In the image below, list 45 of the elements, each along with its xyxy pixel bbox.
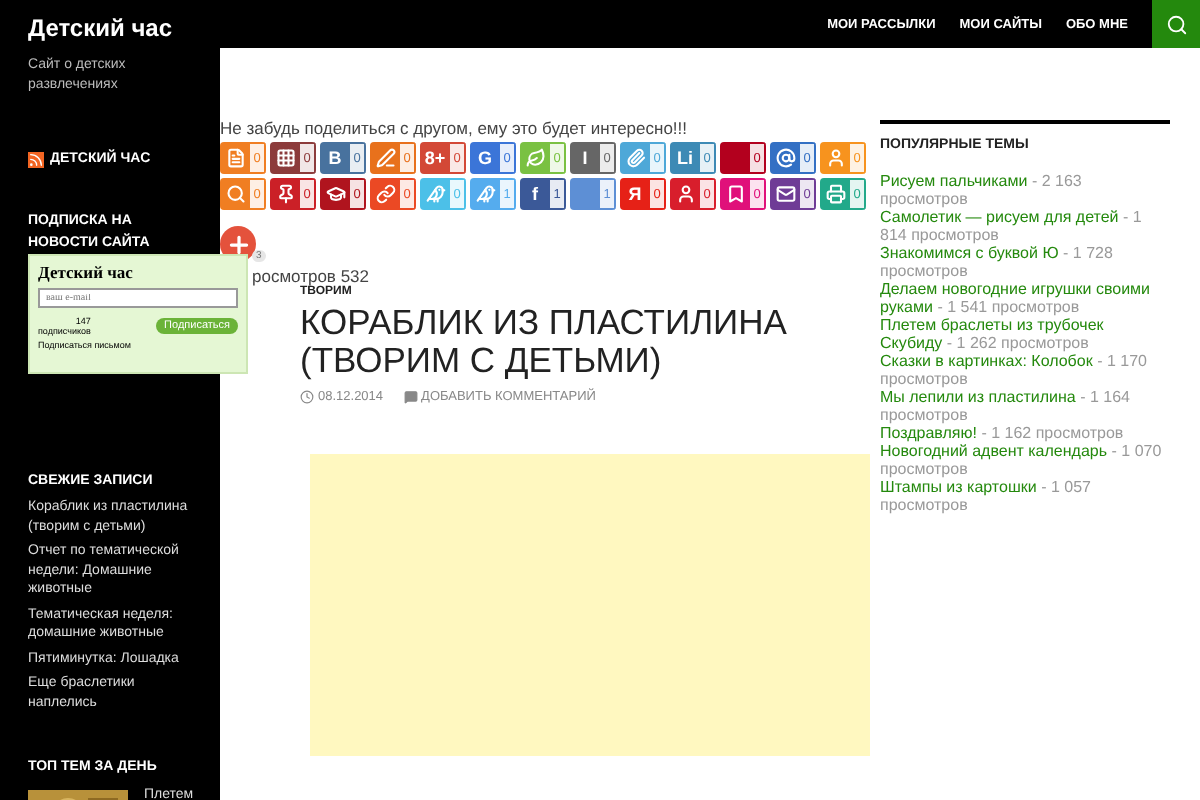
- popular-link[interactable]: Мы лепили из пластилина - 1 164 просмотров: [880, 388, 1170, 424]
- widget-title: Детский час: [38, 262, 135, 282]
- popular-link[interactable]: Поздравляю! - 1 162 просмотров: [880, 424, 1170, 442]
- view-count: росмотров 532: [250, 266, 371, 286]
- popular-link[interactable]: Плетем браслеты из трубочек Скубиду - 1 262 просмотров: [880, 316, 1170, 352]
- at-icon: [775, 148, 795, 168]
- bird-icon: [475, 184, 495, 204]
- mail-icon: [775, 184, 795, 204]
- popular-link[interactable]: Самолетик — рисуем для детей - 1 814 просмотров: [880, 208, 1170, 244]
- popular-link[interactable]: Сказки в картинках: Колобок - 1 170 просмотров: [880, 352, 1170, 388]
- share-glyph: B: [326, 146, 344, 172]
- clip-icon: [625, 148, 645, 168]
- popular-link[interactable]: Знакомимся с буквой Ю - 1 728 просмотров: [880, 244, 1170, 280]
- person-icon: [825, 148, 845, 168]
- search-icon: [225, 184, 245, 204]
- comment-icon: [403, 390, 418, 404]
- pen-icon: [375, 148, 395, 168]
- popular-link[interactable]: Делаем новогодние игрушки своими руками - 1 541 просмотров: [880, 280, 1170, 316]
- link-icon: [375, 184, 395, 204]
- doc-icon: [225, 148, 245, 168]
- popular-link[interactable]: Новогодний адвент календарь - 1 070 просмотров: [880, 442, 1170, 478]
- share-glyph: Я: [626, 182, 644, 208]
- pin-icon: [275, 184, 295, 204]
- popular-link[interactable]: Рисуем пальчиками - 2 163 просмотров: [880, 172, 1170, 208]
- print-icon: [825, 184, 845, 204]
- bird-icon: [425, 184, 445, 204]
- leaf-icon: [525, 148, 545, 168]
- share-glyph: 8+: [422, 146, 448, 172]
- rss-icon[interactable]: [28, 151, 44, 167]
- person-icon: [675, 184, 695, 204]
- clock-icon: [300, 390, 314, 404]
- hat-icon: [325, 184, 345, 204]
- popular-link[interactable]: Штампы из картошки - 1 057 просмотров: [880, 478, 1170, 514]
- share-glyph: I: [580, 146, 590, 172]
- share-glyph: f: [530, 182, 540, 208]
- search-icon: [1165, 13, 1187, 35]
- post-title: КОРАБЛИК ИЗ ПЛАСТИЛИНА (ТВОРИМ С ДЕТЬМИ): [300, 304, 789, 380]
- share-prompt: Не забудь поделиться с другом, ему это будет интересно!!!: [220, 118, 690, 138]
- plus-icon: [225, 231, 251, 257]
- bookmark-icon: [725, 184, 745, 204]
- share-glyph: Li: [675, 146, 695, 172]
- grid-icon: [275, 148, 295, 168]
- search-button[interactable]: [1152, 0, 1200, 48]
- share-glyph: G: [475, 146, 494, 172]
- site-title[interactable]: Детский час: [28, 14, 192, 42]
